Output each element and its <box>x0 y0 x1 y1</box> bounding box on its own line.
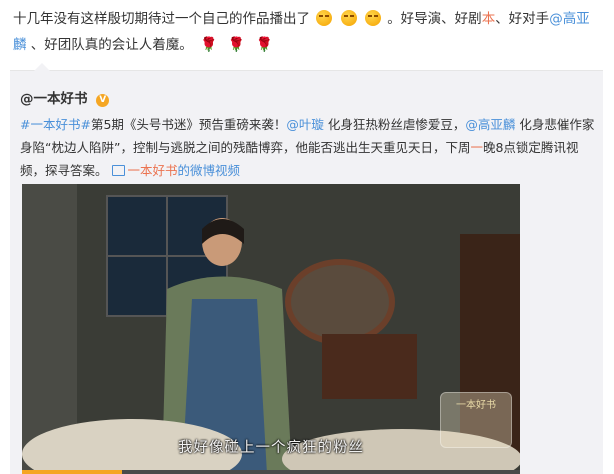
rose-emoji-icon: 🌹 <box>200 37 218 53</box>
video-player[interactable]: 一本好书 我好像碰上一个疯狂的粉丝 <box>22 184 520 474</box>
sad-face-emoji-icon <box>340 10 357 26</box>
post-text-part5: 、好团队真的会让人着魔。 <box>30 37 193 53</box>
video-link-source[interactable]: 一本好书 <box>128 163 178 178</box>
video-link-label[interactable]: 的微博视频 <box>178 163 241 178</box>
rose-emoji-icon: 🌹 <box>227 37 246 53</box>
post-text-part1: 十几年没有这样殷切期待过一个自己的作品播出了 <box>13 11 310 27</box>
repost-author-name[interactable]: @一本好书 <box>20 91 88 107</box>
hashtag-link[interactable]: #一本好书# <box>20 117 91 132</box>
repost-text: #一本好书#第5期《头号书迷》预告重磅来袭！@叶璇 化身狂热粉丝虐惨爱豆，@高亚… <box>20 113 595 182</box>
rose-emoji-icon: 🌹 <box>255 37 273 53</box>
post-text-part3: 本 <box>481 11 496 27</box>
repost-text-3b: 一 <box>470 140 483 155</box>
post-text-part2: 。好导演、好剧 <box>387 11 482 27</box>
sad-face-emoji-icon <box>316 10 333 26</box>
video-subtitle: 我好像碰上一个疯狂的粉丝 <box>178 440 364 456</box>
verified-badge-icon: V <box>96 94 110 107</box>
repost-text-1: 第5期《头号书迷》预告重磅来袭！ <box>90 117 287 132</box>
repost-card: @一本好书 V #一本好书#第5期《头号书迷》预告重磅来袭！@叶璇 化身狂热粉丝… <box>10 63 603 474</box>
video-progress-fill <box>22 470 122 474</box>
post-text: 十几年没有这样殷切期待过一个自己的作品播出了 。好导演、好剧本、好对手@高亚麟 … <box>13 6 598 58</box>
mention-link-1[interactable]: @叶璇 <box>286 117 324 132</box>
repost-author[interactable]: @一本好书 V <box>20 87 110 107</box>
video-progress-bar[interactable] <box>22 470 520 474</box>
watermark-text: 一本好书 <box>456 400 496 411</box>
mention-link-2[interactable]: @高亚麟 <box>465 117 515 132</box>
video-link[interactable]: 一本好书的微博视频 <box>111 163 241 178</box>
sad-face-emoji-icon <box>364 10 381 26</box>
video-icon <box>111 165 125 176</box>
post-text-part4: 、好对手 <box>495 11 550 27</box>
card-caret <box>34 63 50 71</box>
repost-text-2: 化身狂热粉丝虐惨爱豆， <box>323 117 466 132</box>
